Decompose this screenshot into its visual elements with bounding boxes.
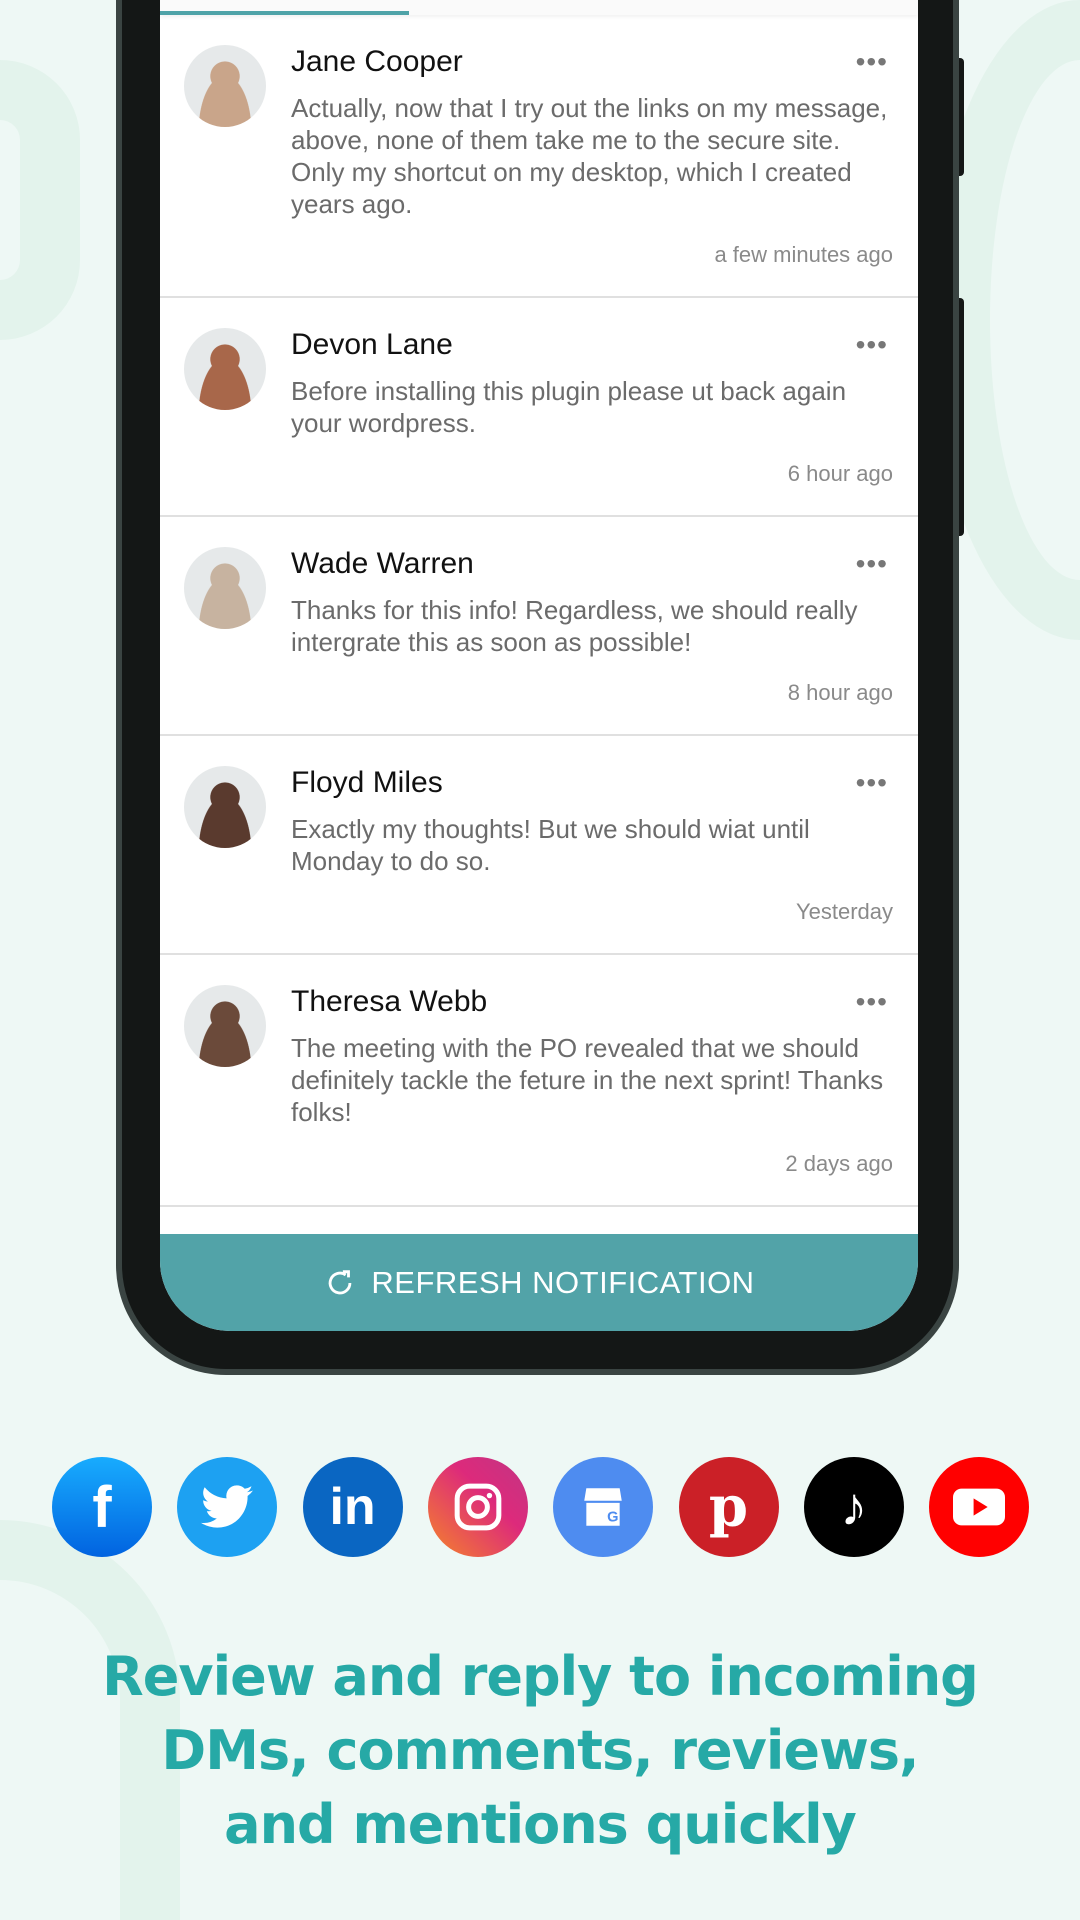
linkedin-icon[interactable]: in bbox=[302, 1457, 403, 1557]
twitter-icon[interactable] bbox=[177, 1457, 278, 1557]
timestamp: 6 hour ago bbox=[787, 461, 893, 486]
message-text: Actually, now that I try out the links o… bbox=[291, 93, 888, 219]
message-text: Exactly my thoughts! But we should wiat … bbox=[291, 814, 810, 876]
more-options-icon[interactable]: ••• bbox=[856, 988, 888, 1016]
notification-item[interactable]: Theresa Webb ••• The meeting with the PO… bbox=[160, 955, 918, 1207]
timestamp: 2 days ago bbox=[785, 1151, 893, 1176]
instagram-icon[interactable] bbox=[427, 1457, 528, 1557]
svg-text:G: G bbox=[607, 1510, 618, 1526]
refresh-icon bbox=[329, 1269, 352, 1294]
avatar bbox=[184, 985, 266, 1067]
timestamp: a few minutes ago bbox=[714, 242, 893, 267]
sender-name: Devon Lane bbox=[291, 328, 453, 361]
more-options-icon[interactable]: ••• bbox=[856, 331, 888, 359]
notification-item[interactable]: Devon Lane ••• Before installing this pl… bbox=[160, 298, 918, 517]
headline-line: and mentions quickly bbox=[224, 1793, 857, 1856]
refresh-notification-button[interactable]: REFRESH NOTIFICATION bbox=[160, 1234, 918, 1331]
notification-item[interactable]: Jane Cooper ••• Actually, now that I try… bbox=[160, 15, 918, 298]
sender-name: Jane Cooper bbox=[291, 45, 463, 78]
tab-bar[interactable] bbox=[160, 0, 918, 15]
message-text: The meeting with the PO revealed that we… bbox=[291, 1033, 884, 1127]
decor-arc bbox=[0, 60, 80, 340]
more-options-icon[interactable]: ••• bbox=[856, 48, 888, 76]
phone-screen: Jane Cooper ••• Actually, now that I try… bbox=[160, 0, 918, 1331]
message-text: Before installing this plugin please ut … bbox=[291, 376, 847, 438]
facebook-icon[interactable]: f bbox=[52, 1457, 152, 1557]
refresh-label: REFRESH NOTIFICATION bbox=[371, 1264, 755, 1300]
avatar bbox=[184, 766, 266, 848]
headline: Review and reply to incoming DMs, commen… bbox=[0, 1640, 1080, 1862]
google-business-icon[interactable]: G bbox=[553, 1457, 654, 1557]
more-options-icon[interactable]: ••• bbox=[856, 769, 888, 797]
sender-name: Floyd Miles bbox=[291, 766, 443, 799]
sender-name: Wade Warren bbox=[291, 547, 474, 580]
tiktok-icon[interactable]: ♪ bbox=[803, 1457, 904, 1557]
youtube-icon[interactable] bbox=[929, 1457, 1030, 1557]
more-options-icon[interactable]: ••• bbox=[856, 550, 888, 578]
avatar bbox=[184, 547, 266, 629]
headline-line: Review and reply to incoming bbox=[102, 1645, 979, 1708]
message-text: Thanks for this info! Regardless, we sho… bbox=[291, 595, 858, 657]
sender-name: Theresa Webb bbox=[291, 985, 488, 1018]
avatar bbox=[184, 328, 266, 410]
pinterest-icon[interactable]: p bbox=[678, 1457, 779, 1557]
headline-line: DMs, comments, reviews, bbox=[161, 1719, 919, 1782]
avatar bbox=[184, 45, 266, 127]
timestamp: 8 hour ago bbox=[787, 680, 893, 705]
timestamp: Yesterday bbox=[795, 899, 893, 924]
notification-item[interactable]: Floyd Miles ••• Exactly my thoughts! But… bbox=[160, 736, 918, 955]
notification-item[interactable]: Wade Warren ••• Thanks for this info! Re… bbox=[160, 517, 918, 736]
